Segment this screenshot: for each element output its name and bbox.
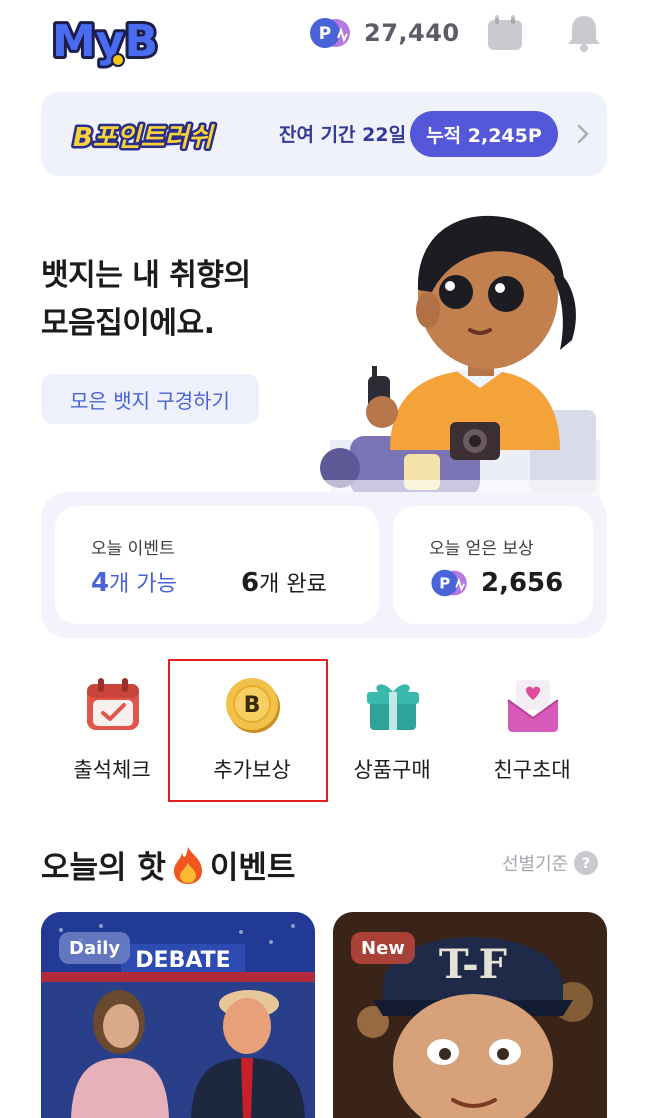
banner-period: 잔여 기간 22일 [279, 124, 407, 146]
highlight-box [168, 659, 328, 802]
chevron-right-icon[interactable] [575, 122, 591, 146]
reward-row: P 2,656 [429, 568, 563, 598]
svg-text:DEBATE: DEBATE [135, 948, 230, 973]
reward-value: 2,656 [481, 568, 564, 598]
accumulated-points-pill[interactable]: 누적 2,245P [410, 111, 558, 157]
sort-criteria-button[interactable]: 선별기준 ? [502, 850, 599, 876]
quick-attendance[interactable]: 출석체크 [42, 672, 182, 792]
bell-icon[interactable] [563, 12, 605, 54]
hot-events-title: 오늘의 핫 이벤트 [41, 842, 295, 887]
fire-icon [173, 846, 202, 884]
card-badge-daily: Daily [59, 932, 131, 964]
svg-text:P: P [319, 24, 331, 44]
point-coin-icon: P [431, 569, 467, 597]
event-card-debate[interactable]: DEBATE Daily [41, 912, 315, 1118]
events-possible: 4개 가능 [91, 568, 177, 598]
gift-box-icon [367, 684, 419, 730]
invite-envelope-icon [507, 680, 559, 732]
myb-logo[interactable]: MyB MyB [48, 10, 168, 70]
today-events-card[interactable]: 오늘 이벤트 4개 가능 6개 완료 [55, 506, 379, 624]
svg-text:B포인트러쉬: B포인트러쉬 [73, 123, 215, 153]
quick-buy-product[interactable]: 상품구매 [322, 672, 462, 792]
points-value: 27,440 [364, 19, 460, 47]
calendar-icon[interactable] [486, 14, 524, 52]
svg-text:T-F: T-F [439, 941, 507, 988]
character-illustration [320, 215, 610, 500]
reward-label: 오늘 얻은 보상 [429, 539, 534, 559]
svg-text:MyB: MyB [52, 16, 158, 67]
card-badge-new: New [351, 932, 415, 964]
today-reward-card[interactable]: 오늘 얻은 보상 P 2,656 [393, 506, 593, 624]
point-coin-icon: P [310, 18, 350, 48]
events-done: 6개 완료 [241, 568, 327, 598]
events-label: 오늘 이벤트 [91, 539, 175, 559]
svg-text:P: P [439, 574, 450, 592]
svg-text:?: ? [582, 856, 590, 872]
top-header: MyB MyB P 27,440 [0, 0, 648, 80]
hero-title: 뱃지는 내 취향의 모음집이에요. [41, 258, 251, 341]
point-rush-logo: B포인트러쉬 B포인트러쉬 [71, 121, 218, 155]
event-card-tf[interactable]: T-F New [333, 912, 607, 1118]
today-stats-panel: 오늘 이벤트 4개 가능 6개 완료 오늘 얻은 보상 P 2,656 [41, 492, 607, 638]
attendance-calendar-icon [87, 678, 139, 730]
point-rush-banner[interactable]: B포인트러쉬 B포인트러쉬 잔여 기간 22일 누적 2,245P [41, 92, 607, 176]
view-badges-button[interactable]: 모은 뱃지 구경하기 [41, 374, 259, 424]
help-icon[interactable]: ? [574, 851, 599, 875]
points-balance[interactable]: P 27,440 [308, 16, 460, 50]
quick-invite-friend[interactable]: 친구초대 [462, 672, 602, 792]
